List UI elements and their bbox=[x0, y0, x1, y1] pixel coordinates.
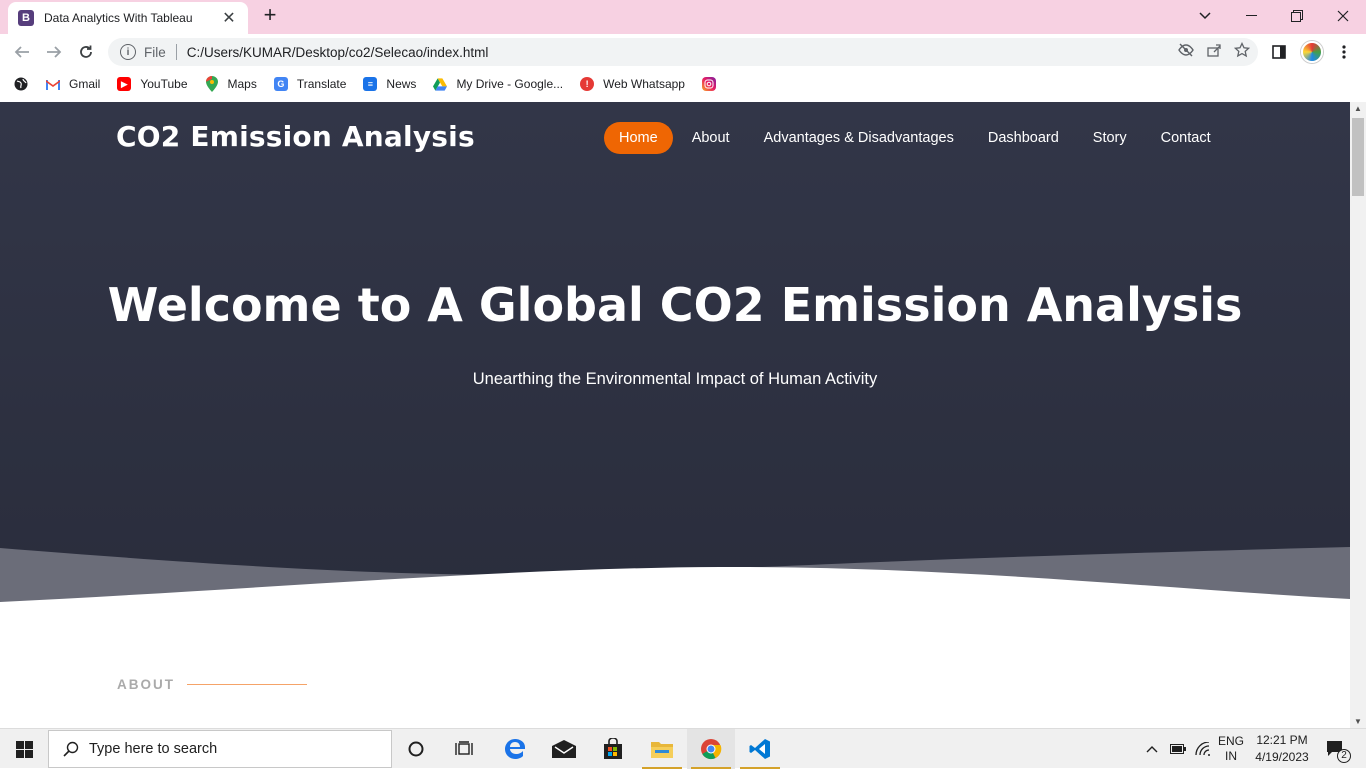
wifi-icon[interactable] bbox=[1191, 729, 1215, 769]
side-panel-icon[interactable] bbox=[1267, 40, 1291, 64]
whatsapp-icon: ! bbox=[580, 77, 595, 91]
address-bar[interactable]: i File C:/Users/KUMAR/Desktop/co2/Seleca… bbox=[108, 38, 1258, 66]
taskbar-search-box[interactable]: Type here to search bbox=[48, 730, 392, 768]
site-nav: Home About Advantages & Disadvantages Da… bbox=[604, 122, 1230, 154]
mail-icon[interactable] bbox=[540, 729, 588, 769]
bookmark-youtube[interactable]: ▶ YouTube bbox=[117, 77, 188, 91]
eye-slash-icon[interactable] bbox=[1178, 42, 1194, 61]
nav-about[interactable]: About bbox=[677, 122, 745, 154]
scroll-up-arrow-icon[interactable]: ▲ bbox=[1354, 104, 1362, 113]
bookmark-label: Maps bbox=[227, 77, 257, 91]
vscode-icon[interactable] bbox=[736, 729, 784, 769]
bookmark-label: Web Whatsapp bbox=[603, 77, 685, 91]
address-scheme: File bbox=[144, 44, 166, 60]
bookmark-label: Gmail bbox=[69, 77, 101, 91]
taskbar-search-placeholder: Type here to search bbox=[89, 741, 218, 757]
browser-tab[interactable]: B Data Analytics With Tableau ✕ bbox=[8, 2, 248, 34]
close-window-button[interactable] bbox=[1320, 0, 1366, 32]
new-tab-button[interactable]: + bbox=[258, 4, 282, 28]
clock-time: 12:21 PM bbox=[1256, 733, 1308, 747]
tab-title: Data Analytics With Tableau bbox=[44, 11, 193, 25]
bookmark-translate[interactable]: G Translate bbox=[273, 77, 347, 91]
bookmark-label: My Drive - Google... bbox=[456, 77, 564, 91]
bookmark-label: Translate bbox=[296, 77, 347, 91]
windows-taskbar: Type here to search ENG IN 12:21 PM 4/19… bbox=[0, 728, 1366, 769]
youtube-icon: ▶ bbox=[117, 77, 132, 91]
windows-logo-icon bbox=[15, 740, 33, 758]
tab-search-chevron-icon[interactable] bbox=[1182, 0, 1228, 32]
gmail-icon bbox=[46, 77, 60, 91]
instagram-icon bbox=[701, 77, 716, 91]
site-info-icon[interactable]: i bbox=[120, 44, 136, 60]
bookmark-whatsapp[interactable]: ! Web Whatsapp bbox=[580, 77, 685, 91]
browser-toolbar: i File C:/Users/KUMAR/Desktop/co2/Seleca… bbox=[0, 34, 1366, 70]
clock-date: 4/19/2023 bbox=[1255, 750, 1309, 764]
maps-icon bbox=[205, 76, 219, 92]
page-viewport: CO2 Emission Analysis Home About Advanta… bbox=[0, 102, 1350, 728]
restore-button[interactable] bbox=[1274, 0, 1320, 32]
windows-start-button[interactable] bbox=[0, 729, 48, 769]
scroll-down-arrow-icon[interactable]: ▼ bbox=[1354, 717, 1362, 726]
page-scrollbar[interactable]: ▲ ▼ bbox=[1350, 102, 1366, 728]
back-button[interactable] bbox=[10, 40, 34, 64]
about-section-label: ABOUT bbox=[117, 677, 307, 692]
language-indicator[interactable]: ENG IN bbox=[1214, 729, 1248, 769]
hero-title: Welcome to A Global CO2 Emission Analysi… bbox=[107, 278, 1243, 332]
nav-contact[interactable]: Contact bbox=[1146, 122, 1226, 154]
tab-close-icon[interactable]: ✕ bbox=[220, 8, 238, 28]
translate-icon: G bbox=[273, 77, 288, 91]
hero-wave bbox=[0, 547, 1350, 602]
address-separator bbox=[175, 44, 177, 60]
battery-icon[interactable] bbox=[1166, 729, 1190, 769]
drive-icon bbox=[433, 77, 448, 91]
news-icon: ≡ bbox=[363, 77, 378, 91]
forward-button[interactable] bbox=[42, 40, 66, 64]
about-heading: ABOUT bbox=[117, 677, 175, 692]
nav-dashboard[interactable]: Dashboard bbox=[973, 122, 1074, 154]
task-view-icon[interactable] bbox=[440, 729, 488, 769]
store-icon[interactable] bbox=[589, 729, 637, 769]
bookmark-gmail[interactable]: Gmail bbox=[46, 77, 100, 91]
search-icon bbox=[63, 741, 79, 757]
notification-count-badge: 2 bbox=[1337, 749, 1351, 763]
bootstrap-favicon-icon: B bbox=[18, 10, 34, 26]
file-explorer-icon[interactable] bbox=[638, 729, 686, 769]
about-divider bbox=[187, 684, 307, 685]
edge-icon[interactable] bbox=[491, 729, 539, 769]
bookmark-star-icon[interactable] bbox=[1233, 41, 1251, 61]
browser-menu-icon[interactable] bbox=[1332, 40, 1356, 64]
site-logo[interactable]: CO2 Emission Analysis bbox=[116, 120, 475, 153]
bookmarks-bar: Gmail ▶ YouTube Maps G Translate ≡ News … bbox=[0, 70, 1366, 98]
apps-globe-icon[interactable] bbox=[14, 77, 28, 91]
language-region: IN bbox=[1225, 749, 1237, 763]
bookmark-label: News bbox=[386, 77, 417, 91]
hero-subtitle: Unearthing the Environmental Impact of H… bbox=[472, 370, 878, 388]
action-center-button[interactable]: 2 bbox=[1318, 729, 1354, 769]
bookmark-label: YouTube bbox=[140, 77, 188, 91]
nav-advantages[interactable]: Advantages & Disadvantages bbox=[749, 122, 969, 154]
bookmark-drive[interactable]: My Drive - Google... bbox=[433, 77, 563, 91]
share-icon[interactable] bbox=[1206, 42, 1222, 61]
bookmark-instagram[interactable] bbox=[701, 77, 725, 91]
bookmark-maps[interactable]: Maps bbox=[205, 76, 257, 92]
profile-avatar[interactable] bbox=[1300, 40, 1324, 64]
reload-button[interactable] bbox=[74, 40, 98, 64]
cortana-icon[interactable] bbox=[392, 729, 440, 769]
minimize-button[interactable] bbox=[1228, 0, 1274, 32]
show-hidden-icons-chevron-icon[interactable] bbox=[1140, 729, 1164, 769]
address-url[interactable]: C:/Users/KUMAR/Desktop/co2/Selecao/index… bbox=[187, 45, 489, 60]
tab-strip: B Data Analytics With Tableau ✕ + bbox=[0, 0, 1366, 34]
language-code: ENG bbox=[1217, 734, 1244, 748]
taskbar-clock[interactable]: 12:21 PM 4/19/2023 bbox=[1250, 729, 1314, 769]
chrome-icon[interactable] bbox=[687, 729, 735, 769]
nav-story[interactable]: Story bbox=[1078, 122, 1142, 154]
bookmark-news[interactable]: ≡ News bbox=[363, 77, 416, 91]
hero-section: CO2 Emission Analysis Home About Advanta… bbox=[0, 102, 1350, 602]
scroll-thumb[interactable] bbox=[1352, 118, 1364, 196]
nav-home[interactable]: Home bbox=[604, 122, 673, 154]
